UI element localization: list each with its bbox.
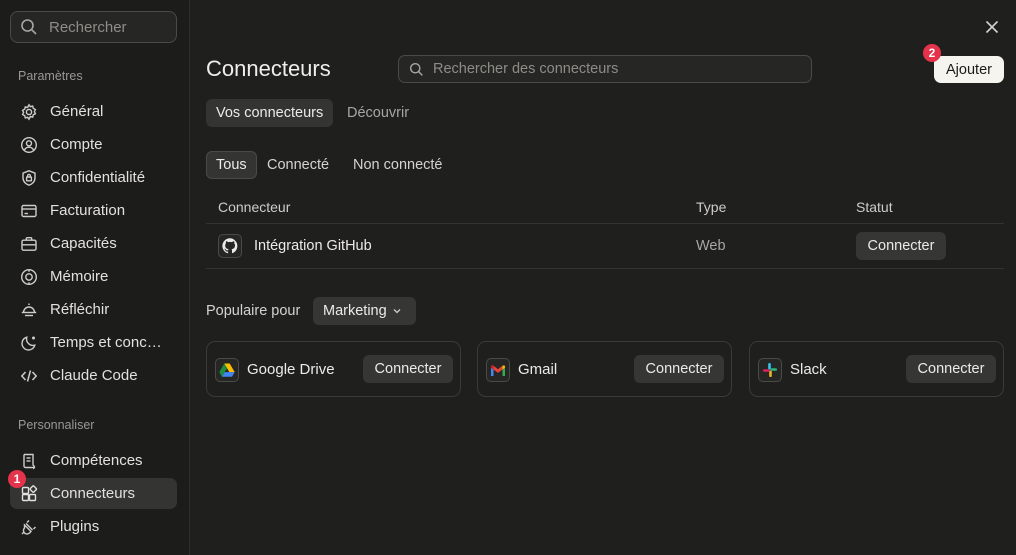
code-icon: [20, 369, 38, 382]
connector-search-input[interactable]: Rechercher des connecteurs: [398, 55, 812, 83]
table-divider: [206, 268, 1004, 269]
sidebar-item-label: Compétences: [50, 452, 143, 469]
page-title: Connecteurs: [206, 56, 331, 81]
sidebar-item-label: Réfléchir: [50, 301, 110, 318]
column-header-connector: Connecteur: [218, 199, 291, 215]
connector-card-name: Slack: [790, 361, 827, 378]
sidebar-item-general[interactable]: Général: [10, 96, 177, 127]
sidebar-item-label: Connecteurs: [50, 485, 136, 502]
add-button[interactable]: Ajouter: [934, 56, 1004, 83]
connectors-badge: 1: [8, 470, 26, 488]
connector-card-gmail: Gmail Connecter: [477, 341, 732, 397]
chevron-down-icon: [393, 309, 401, 314]
table-divider: [206, 223, 1004, 224]
connector-type: Web: [696, 238, 726, 254]
moon-icon: [21, 335, 36, 351]
connect-slack-button[interactable]: Connecter: [906, 355, 996, 383]
slack-icon: [758, 358, 782, 382]
sidebar-item-label: Plugins: [50, 518, 100, 535]
credit-card-icon: [21, 204, 37, 217]
sidebar-item-think[interactable]: Réfléchir: [10, 294, 177, 325]
sunrise-icon: [21, 303, 37, 316]
connect-github-button[interactable]: Connecter: [856, 232, 946, 260]
sidebar-item-memory[interactable]: Mémoire: [10, 261, 177, 292]
sidebar-item-label: Mémoire: [50, 268, 109, 285]
sidebar-item-time-focus[interactable]: Temps et concentration: [10, 327, 177, 358]
connector-card-name: Gmail: [518, 361, 558, 378]
sidebar-item-label: Capacités: [50, 235, 117, 252]
sidebar: Rechercher Paramètres Général Compte Con…: [0, 0, 190, 555]
briefcase-icon: [21, 236, 37, 251]
popular-label: Populaire pour: [206, 303, 301, 319]
sidebar-item-connectors[interactable]: Connecteurs: [10, 478, 177, 509]
sidebar-search-input[interactable]: Rechercher: [10, 11, 177, 43]
user-circle-icon: [20, 136, 38, 153]
sidebar-item-label: Compte: [50, 136, 103, 153]
filter-all[interactable]: Tous: [206, 151, 257, 179]
connector-name: Intégration GitHub: [254, 238, 372, 254]
sidebar-item-label: Général: [50, 103, 104, 120]
sidebar-item-skills[interactable]: Compétences: [10, 445, 177, 476]
plug-icon: [21, 519, 36, 535]
connector-card-google-drive: Google Drive Connecter: [206, 341, 461, 397]
tab-discover[interactable]: Découvrir: [337, 99, 419, 127]
connector-search-placeholder: Rechercher des connecteurs: [433, 61, 619, 77]
github-icon: [218, 234, 242, 258]
column-header-status: Statut: [856, 199, 893, 215]
sidebar-item-claude-code[interactable]: Claude Code: [10, 360, 177, 391]
sidebar-search-placeholder: Rechercher: [49, 18, 127, 36]
search-icon: [409, 62, 423, 76]
connect-google-drive-button[interactable]: Connecter: [363, 355, 453, 383]
sidebar-item-label: Temps et concentration: [50, 334, 170, 351]
connect-gmail-button[interactable]: Connecter: [634, 355, 724, 383]
sidebar-item-capabilities[interactable]: Capacités: [10, 228, 177, 259]
gear-icon: [21, 102, 37, 121]
section-title-settings: Paramètres: [18, 69, 83, 83]
category-dropdown-value: Marketing: [323, 303, 387, 319]
sidebar-item-billing[interactable]: Facturation: [10, 195, 177, 226]
sidebar-item-plugins[interactable]: Plugins: [10, 511, 177, 542]
memory-icon: [20, 268, 38, 285]
search-icon: [21, 19, 37, 35]
tab-your-connectors[interactable]: Vos connecteurs: [206, 99, 334, 127]
add-badge: 2: [923, 44, 941, 62]
sidebar-item-privacy[interactable]: Confidentialité: [10, 162, 177, 193]
sidebar-item-label: Confidentialité: [50, 169, 146, 186]
filter-connected[interactable]: Connecté: [258, 151, 338, 179]
sidebar-item-label: Claude Code: [50, 367, 138, 384]
section-title-customize: Personnaliser: [18, 418, 95, 432]
connectors-icon: [21, 484, 38, 501]
connector-card-slack: Slack Connecter: [749, 341, 1004, 397]
scroll-icon: [23, 453, 36, 469]
shield-icon: [22, 169, 36, 186]
close-icon[interactable]: [983, 18, 1001, 36]
category-dropdown[interactable]: Marketing: [313, 297, 416, 325]
sidebar-item-label: Facturation: [50, 202, 126, 219]
connector-card-name: Google Drive: [247, 361, 335, 378]
google-drive-icon: [215, 358, 239, 382]
column-header-type: Type: [696, 199, 727, 215]
sidebar-item-account[interactable]: Compte: [10, 129, 177, 160]
filter-not-connected[interactable]: Non connecté: [344, 151, 451, 179]
gmail-icon: [486, 358, 510, 382]
